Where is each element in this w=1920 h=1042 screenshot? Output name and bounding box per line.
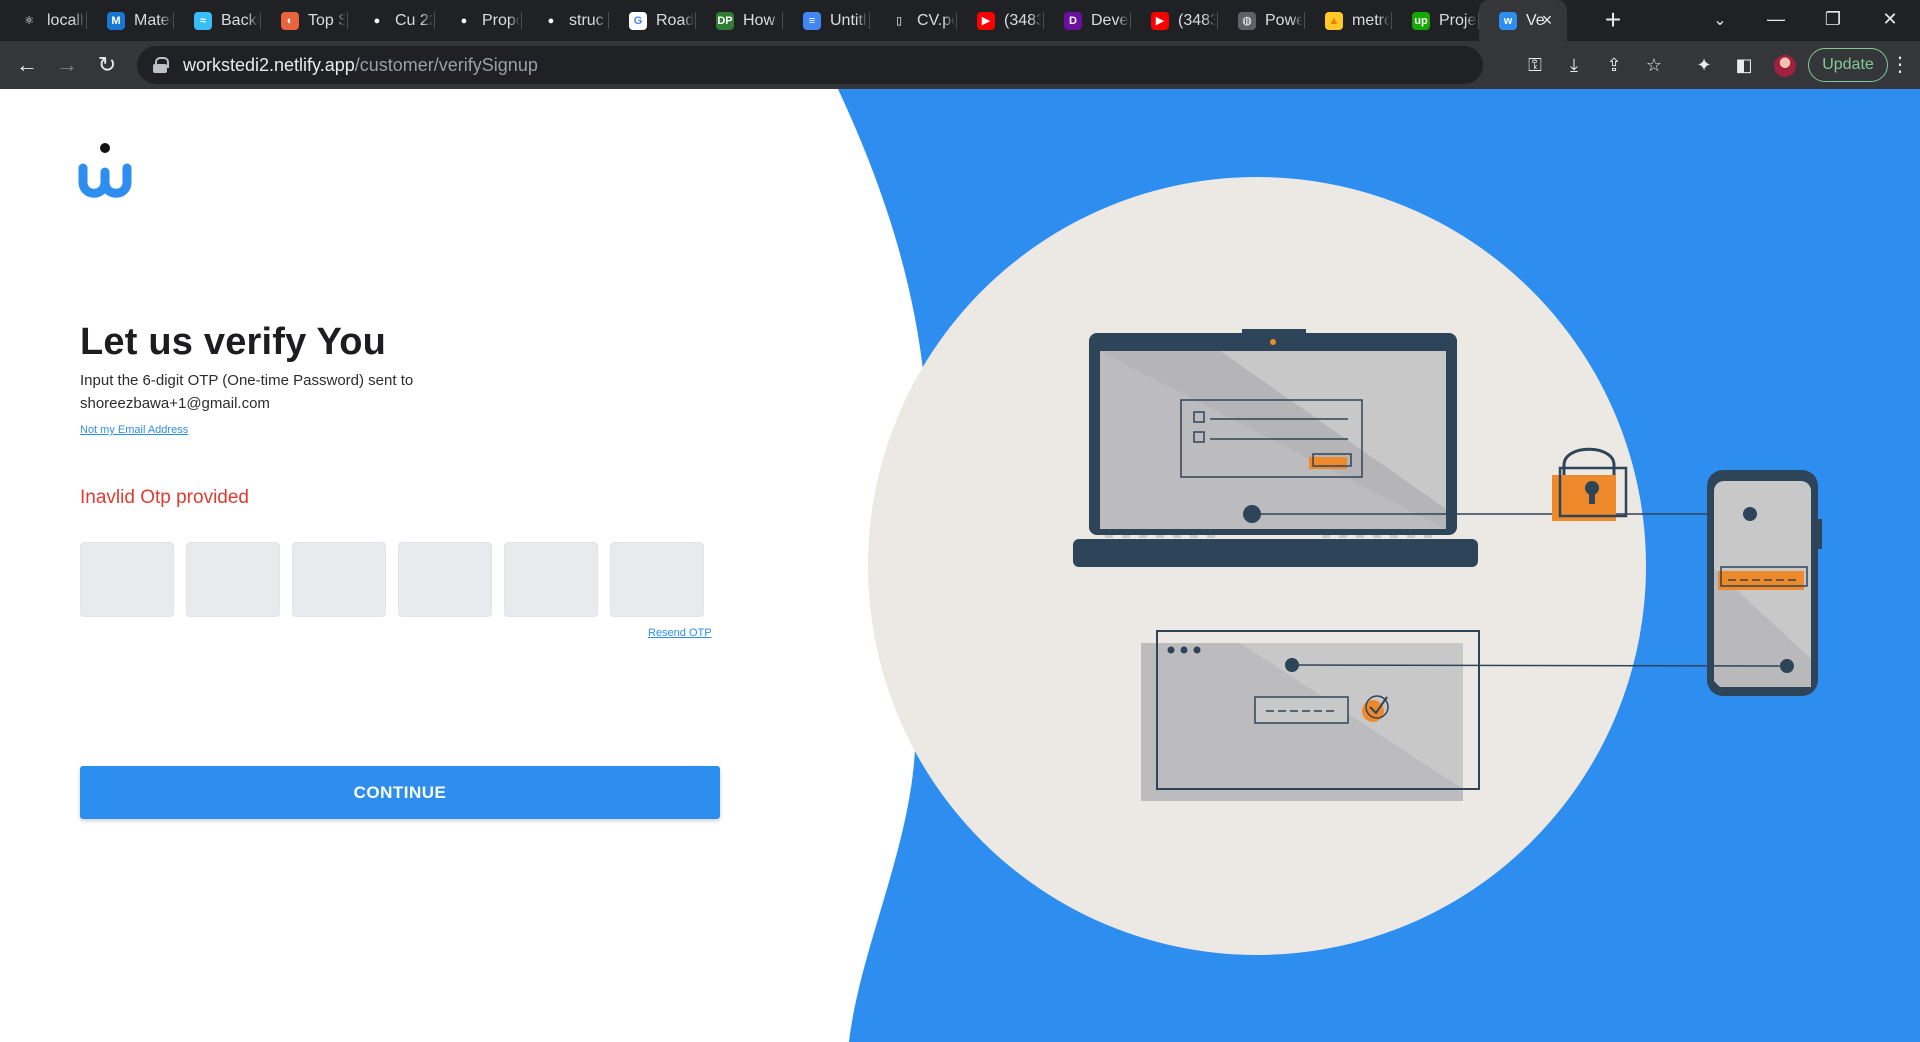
- browser-tab[interactable]: w Ve ×: [1479, 0, 1567, 41]
- verify-signup-page: Let us verify You Input the 6-digit OTP …: [0, 89, 1920, 1042]
- otp-instructions: Input the 6-digit OTP (One-time Password…: [80, 369, 480, 415]
- browser-tab[interactable]: ▶ (3483: [957, 0, 1044, 41]
- browser-tab[interactable]: ◍ Powe: [1218, 0, 1305, 41]
- dp-icon: DP: [716, 11, 734, 30]
- firebase-icon: ▲: [1325, 11, 1343, 30]
- browser-tab[interactable]: DP How: [696, 0, 783, 41]
- otp-input-group: [80, 542, 704, 617]
- resend-otp-link[interactable]: Resend OTP: [648, 627, 712, 639]
- tab-title: Backg: [221, 11, 259, 29]
- url-host: workstedi2.netlify.app: [183, 54, 355, 75]
- tab-title: Devel: [1091, 11, 1129, 29]
- otp-digit-input[interactable]: [610, 542, 704, 617]
- browser-tab[interactable]: ● Cu 22: [348, 0, 435, 41]
- close-tab-icon[interactable]: ×: [1537, 10, 1557, 30]
- browser-menu-icon[interactable]: ⋮: [1890, 50, 1910, 80]
- address-bar[interactable]: workstedi2.netlify.app/customer/verifySi…: [137, 46, 1483, 84]
- material-ui-icon: M: [107, 11, 125, 30]
- otp-instructions-text: Input the 6-digit OTP (One-time Password…: [80, 372, 414, 389]
- browser-tab[interactable]: D Devel: [1044, 0, 1131, 41]
- workstedi-icon: w: [1499, 11, 1517, 30]
- phone-illustration: [1707, 470, 1822, 696]
- restore-icon[interactable]: ❐: [1805, 0, 1861, 41]
- share-icon[interactable]: ⇪: [1599, 50, 1629, 80]
- otp-digit-input[interactable]: [292, 542, 386, 617]
- browser-tab[interactable]: ≡ Untitl: [783, 0, 870, 41]
- tab-title: Untitl: [830, 11, 867, 29]
- browser-tab[interactable]: ▲ metrc: [1305, 0, 1392, 41]
- github-icon: ●: [542, 11, 560, 30]
- upwork-icon: up: [1412, 11, 1430, 30]
- tab-search-chevron-icon[interactable]: ⌄: [1705, 6, 1735, 36]
- tab-title: Proje: [1439, 11, 1477, 29]
- bookmark-star-icon[interactable]: ☆: [1639, 50, 1669, 80]
- tab-title: Propc: [482, 11, 520, 29]
- close-window-icon[interactable]: ✕: [1862, 0, 1918, 41]
- extensions-icon[interactable]: ✦: [1689, 50, 1719, 80]
- target-email: shoreezbawa+1@gmail.com: [80, 395, 270, 412]
- browser-toolbar: ← → ↻ workstedi2.netlify.app/customer/ve…: [0, 41, 1920, 89]
- otp-digit-input[interactable]: [186, 542, 280, 617]
- browser-tab[interactable]: ≈ Backg: [174, 0, 261, 41]
- not-my-email-link[interactable]: Not my Email Address: [80, 424, 188, 436]
- minimize-icon[interactable]: —: [1748, 0, 1804, 41]
- tab-title: Powe: [1265, 11, 1303, 29]
- browser-tab[interactable]: ◐ Top S: [261, 0, 348, 41]
- side-panel-icon[interactable]: ◧: [1729, 50, 1759, 80]
- lock-icon: [153, 57, 169, 73]
- dev-icon: D: [1064, 11, 1082, 30]
- tab-title: CV.pc: [917, 11, 955, 29]
- browser-tab[interactable]: ● Propc: [435, 0, 522, 41]
- otp-digit-input[interactable]: [504, 542, 598, 617]
- github-icon: ●: [455, 11, 473, 30]
- error-message: Inavlid Otp provided: [80, 487, 249, 508]
- otp-digit-input[interactable]: [80, 542, 174, 617]
- tab-title: Top S: [308, 11, 346, 29]
- tab-title: struc: [569, 11, 604, 29]
- workstedi-logo-icon[interactable]: [78, 142, 132, 198]
- docs-icon: ≡: [803, 11, 821, 30]
- forward-icon[interactable]: →: [52, 50, 82, 80]
- tab-strip: ⚛ localh M Mater ≈ Backg ◐ Top S ● Cu 22 ● Propc ● st…: [0, 0, 1920, 41]
- back-icon[interactable]: ←: [12, 50, 42, 80]
- reload-icon[interactable]: ↻: [92, 50, 122, 80]
- file-icon: ▯: [890, 11, 908, 30]
- github-icon: ●: [368, 11, 386, 30]
- new-tab-button[interactable]: +: [1598, 5, 1628, 35]
- tab-title: Mater: [134, 11, 172, 29]
- tab-title: localh: [47, 11, 85, 29]
- tab-title: (3483: [1178, 11, 1216, 29]
- browser-tab[interactable]: up Proje: [1392, 0, 1479, 41]
- browser-tab[interactable]: ⚛ localh: [0, 0, 87, 41]
- otp-digit-input[interactable]: [398, 542, 492, 617]
- browser-tab[interactable]: ▯ CV.pc: [870, 0, 957, 41]
- react-icon: ⚛: [20, 11, 38, 30]
- tab-title: Road: [656, 11, 694, 29]
- install-app-icon[interactable]: ⤓: [1559, 50, 1589, 80]
- browser-tab[interactable]: ● struc: [522, 0, 609, 41]
- browser-tab[interactable]: G Road: [609, 0, 696, 41]
- profile-avatar[interactable]: [1772, 53, 1798, 79]
- update-button[interactable]: Update: [1808, 48, 1888, 82]
- google-icon: G: [629, 11, 647, 30]
- key-icon[interactable]: ⚿: [1520, 50, 1550, 80]
- tab-title: Cu 22: [395, 11, 433, 29]
- globe-icon: ◍: [1238, 11, 1256, 30]
- tab-title: How: [743, 11, 776, 29]
- page-title: Let us verify You: [80, 321, 387, 363]
- continue-button[interactable]: CONTINUE: [80, 766, 720, 819]
- youtube-icon: ▶: [977, 11, 995, 30]
- youtube-icon: ▶: [1151, 11, 1169, 30]
- tab-title: metrc: [1352, 11, 1390, 29]
- codepen-icon: ◐: [281, 11, 299, 30]
- tailwind-icon: ≈: [194, 11, 212, 30]
- url-path: /customer/verifySignup: [354, 54, 538, 75]
- browser-tab[interactable]: ▶ (3483: [1131, 0, 1218, 41]
- tab-title: (3483: [1004, 11, 1042, 29]
- browser-tab[interactable]: M Mater: [87, 0, 174, 41]
